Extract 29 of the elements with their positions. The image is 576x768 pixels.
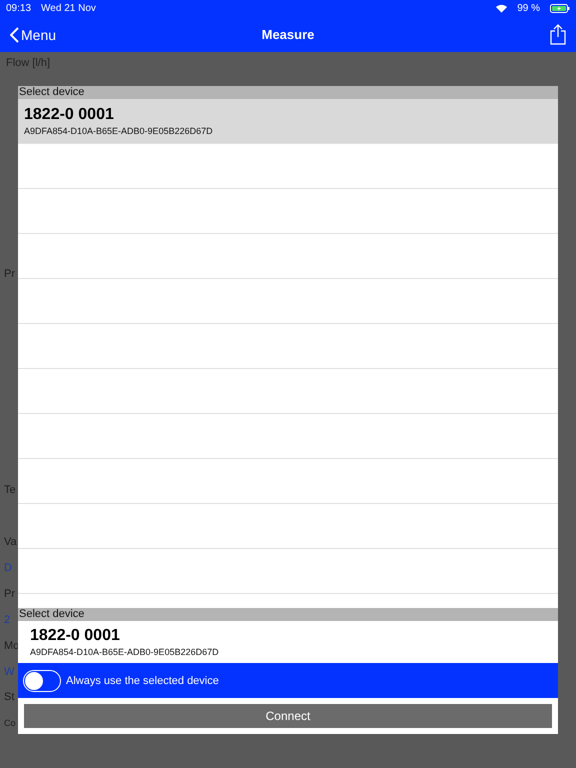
value-text: D xyxy=(4,562,12,574)
selected-header: Select device xyxy=(18,608,558,622)
list-header: Select device xyxy=(18,86,558,99)
device-id: A9DFA854-D10A-B65E-ADB0-9E05B226D67D xyxy=(30,647,220,658)
battery-icon xyxy=(550,4,570,13)
device-name: 1822-0 0001 xyxy=(24,106,115,124)
section-label: Flow [l/h] xyxy=(5,56,52,71)
device-id: A9DFA854-D10A-B65E-ADB0-9E05B226D67D xyxy=(24,126,214,136)
section-label: Pr xyxy=(4,588,15,600)
section-label: St xyxy=(4,691,14,703)
connect-button[interactable]: Connect xyxy=(24,704,552,728)
status-date: Wed 21 Nov xyxy=(41,3,96,14)
battery-percentage: 99 % xyxy=(517,3,540,14)
wifi-icon xyxy=(496,4,508,13)
section-label: Co xyxy=(4,718,16,728)
back-button[interactable]: Menu xyxy=(10,26,56,42)
status-time: 09:13 xyxy=(6,3,32,14)
device-name: 1822-0 0001 xyxy=(30,627,121,646)
toggle-label: Always use the selected device xyxy=(66,674,219,687)
value-text: 2 xyxy=(4,614,10,626)
toggle-switch[interactable] xyxy=(23,670,61,692)
section-label: Va xyxy=(4,536,17,548)
screen-title: Measure xyxy=(262,27,314,42)
value-text: W xyxy=(4,666,14,678)
share-icon[interactable] xyxy=(550,24,566,45)
section-label: Te xyxy=(4,484,16,496)
section-label: Pr xyxy=(4,268,15,280)
chevron-icon xyxy=(10,26,19,42)
device-row[interactable]: 1822-0 0001 A9DFA854-D10A-B65E-ADB0-9E05B226D67D xyxy=(18,99,558,144)
